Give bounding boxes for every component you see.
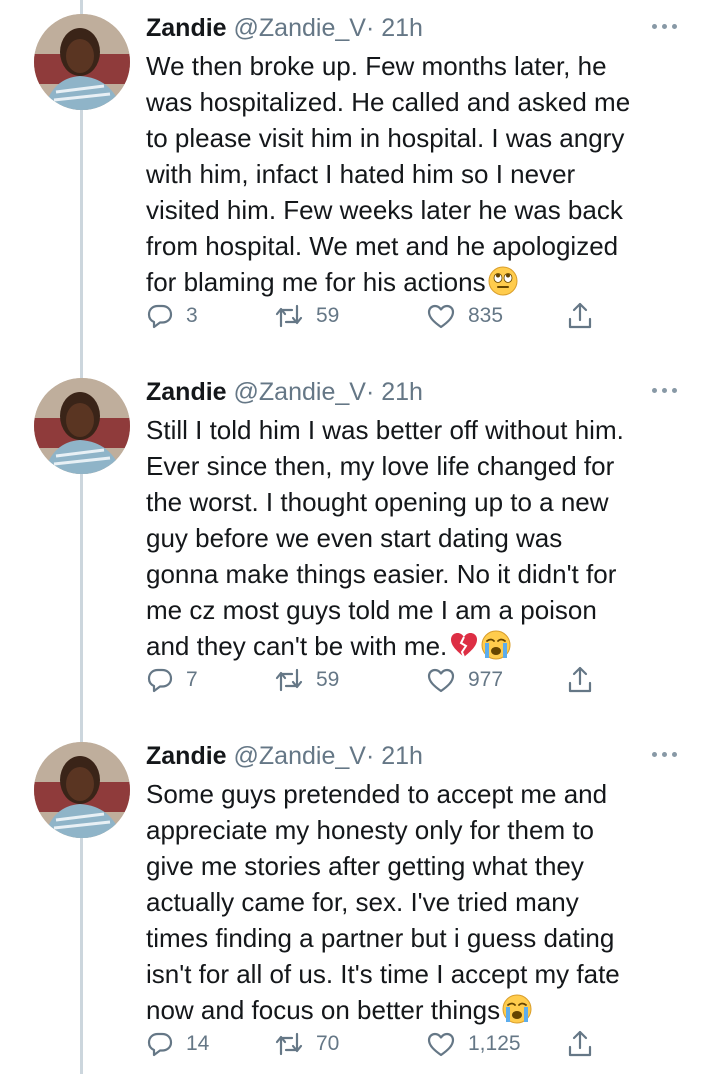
retweet-count: 59 — [316, 304, 340, 327]
share-button[interactable] — [566, 1024, 594, 1064]
share-button[interactable] — [566, 296, 594, 336]
crying-face-emoji — [502, 994, 532, 1024]
like-count: 1,125 — [468, 1032, 521, 1055]
like-icon — [427, 304, 455, 329]
like-icon — [427, 668, 455, 693]
tweet[interactable]: Zandie @Zandie_V· 21h Some guys pretende… — [0, 728, 720, 1092]
retweet-icon — [275, 1032, 303, 1056]
retweet-button[interactable]: 59 — [274, 296, 339, 336]
share-icon — [568, 666, 592, 693]
handle[interactable]: @Zandie_V — [234, 378, 366, 406]
like-count: 835 — [468, 304, 504, 327]
tweet-header: Zandie @Zandie_V· 21h — [146, 10, 423, 46]
reply-icon — [147, 668, 173, 693]
avatar[interactable] — [34, 742, 130, 838]
share-icon — [568, 302, 592, 329]
like-button[interactable]: 835 — [426, 296, 503, 336]
crying-face-emoji — [481, 630, 511, 660]
more-options-icon[interactable] — [652, 384, 682, 396]
retweet-icon — [275, 304, 303, 328]
timestamp[interactable]: · 21h — [366, 378, 423, 406]
more-options-icon[interactable] — [652, 748, 682, 760]
avatar[interactable] — [34, 378, 130, 474]
tweet-header: Zandie @Zandie_V· 21h — [146, 738, 423, 774]
tweet-text-content: We then broke up. Few months later, he w… — [146, 51, 631, 297]
like-count: 977 — [468, 668, 504, 691]
reply-icon — [147, 304, 173, 329]
tweet-actions: 3 59 835 — [146, 296, 616, 336]
retweet-icon — [275, 668, 303, 692]
tweet-text: We then broke up. Few months later, he w… — [146, 48, 686, 300]
like-icon — [427, 1032, 455, 1057]
tweet-text: Still I told him I was better off withou… — [146, 412, 686, 664]
display-name[interactable]: Zandie — [146, 14, 227, 42]
reply-button[interactable]: 14 — [146, 1024, 209, 1064]
tweet[interactable]: Zandie @Zandie_V· 21h We then broke up. … — [0, 0, 720, 364]
tweet-actions: 14 70 1,125 — [146, 1024, 616, 1064]
retweet-button[interactable]: 70 — [274, 1024, 339, 1064]
tweet-header: Zandie @Zandie_V· 21h — [146, 374, 423, 410]
display-name[interactable]: Zandie — [146, 378, 227, 406]
share-button[interactable] — [566, 660, 594, 700]
timestamp[interactable]: · 21h — [366, 742, 423, 770]
avatar[interactable] — [34, 14, 130, 110]
reply-count: 7 — [186, 668, 198, 691]
handle[interactable]: @Zandie_V — [234, 742, 366, 770]
handle[interactable]: @Zandie_V — [234, 14, 366, 42]
reply-icon — [147, 1032, 173, 1057]
tweet-actions: 7 59 977 — [146, 660, 616, 700]
tweet-text-content: Still I told him I was better off withou… — [146, 415, 624, 661]
reply-count: 3 — [186, 304, 198, 327]
share-icon — [568, 1030, 592, 1057]
reply-button[interactable]: 7 — [146, 660, 198, 700]
more-options-icon[interactable] — [652, 20, 682, 32]
tweet-text-content: Some guys pretended to accept me and app… — [146, 779, 620, 1025]
retweet-button[interactable]: 59 — [274, 660, 339, 700]
reply-button[interactable]: 3 — [146, 296, 198, 336]
eye-roll-emoji — [488, 266, 518, 296]
retweet-count: 70 — [316, 1032, 340, 1055]
display-name[interactable]: Zandie — [146, 742, 227, 770]
reply-count: 14 — [186, 1032, 210, 1055]
tweet[interactable]: Zandie @Zandie_V· 21h Still I told him I… — [0, 364, 720, 728]
retweet-count: 59 — [316, 668, 340, 691]
tweet-text: Some guys pretended to accept me and app… — [146, 776, 686, 1028]
like-button[interactable]: 977 — [426, 660, 503, 700]
timestamp[interactable]: · 21h — [366, 14, 423, 42]
broken-heart-emoji — [449, 630, 479, 660]
like-button[interactable]: 1,125 — [426, 1024, 521, 1064]
